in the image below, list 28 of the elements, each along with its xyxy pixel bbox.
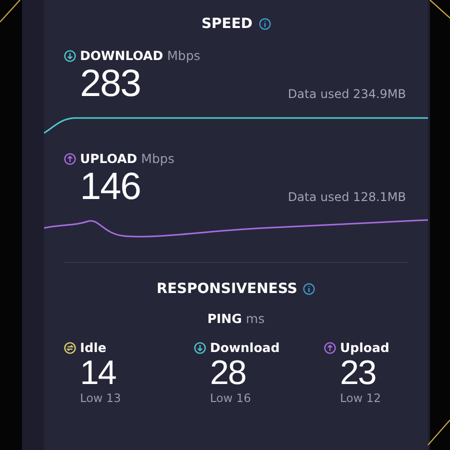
up-arrow-icon bbox=[324, 342, 336, 354]
low-value: Low 12 bbox=[339, 391, 382, 405]
section-title: SPEED bbox=[201, 16, 253, 32]
data-used-text: Data used 128.1MB bbox=[288, 190, 406, 204]
low-value: Low 13 bbox=[79, 391, 122, 405]
ping-value: 28 bbox=[209, 355, 247, 391]
info-icon[interactable] bbox=[258, 18, 271, 30]
unit-label: ms bbox=[246, 311, 265, 326]
unit-label: Mbps bbox=[167, 48, 200, 63]
ping-type-label: Idle bbox=[80, 340, 106, 355]
data-used-text: Data used 234.9MB bbox=[288, 87, 406, 101]
unit-label: Mbps bbox=[141, 151, 174, 166]
speed-value: 146 bbox=[80, 166, 140, 208]
info-icon[interactable] bbox=[303, 283, 316, 295]
ping-label: PING bbox=[207, 311, 242, 326]
swap-arrows-icon bbox=[64, 342, 76, 354]
ping-type-label: Download bbox=[210, 340, 280, 355]
section-title: RESPONSIVENESS bbox=[156, 281, 298, 297]
down-arrow-icon bbox=[64, 50, 76, 62]
metric-label: UPLOAD bbox=[80, 151, 138, 166]
up-arrow-icon bbox=[64, 152, 76, 164]
metric-label: DOWNLOAD bbox=[80, 48, 164, 63]
ping-type-label: Upload bbox=[340, 340, 390, 355]
ping-value: 14 bbox=[79, 355, 117, 391]
ping-value: 23 bbox=[339, 355, 376, 391]
speed-value: 283 bbox=[80, 63, 140, 105]
low-value: Low 16 bbox=[209, 391, 252, 405]
down-arrow-icon bbox=[194, 342, 206, 354]
